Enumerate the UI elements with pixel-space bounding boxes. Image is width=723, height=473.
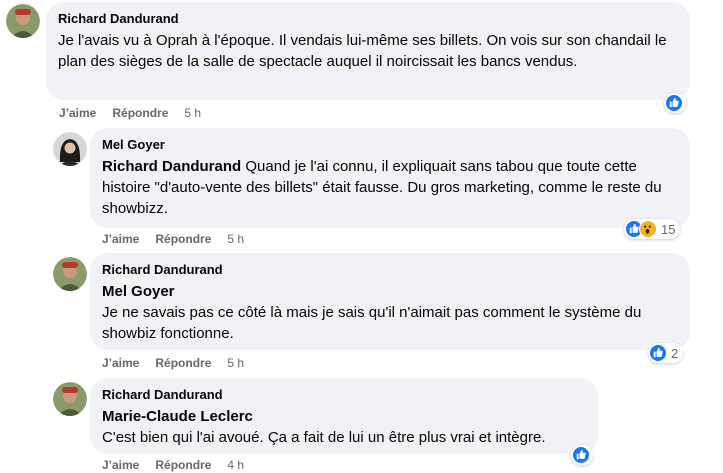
avatar[interactable]	[53, 132, 87, 166]
reaction-summary[interactable]: 15	[624, 219, 681, 239]
comment-actions: J’aime Répondre 5 h	[102, 356, 244, 370]
reaction-summary[interactable]: 2	[648, 343, 684, 363]
comment-actions: J’aime Répondre 4 h	[102, 458, 244, 472]
mention-link[interactable]: Marie-Claude Leclerc	[102, 408, 253, 425]
reply-link[interactable]: Répondre	[155, 356, 211, 370]
comment-author[interactable]: Richard Dandurand	[102, 261, 678, 278]
mention-link[interactable]: Mel Goyer	[102, 283, 175, 300]
reaction-count: 15	[661, 221, 676, 237]
like-link[interactable]: J’aime	[102, 232, 139, 246]
comment-text: Je ne savais pas ce côté là mais je sais…	[102, 304, 642, 342]
comment: Mel Goyer Richard Dandurand Quand je l'a…	[0, 125, 723, 250]
comment-actions: J’aime Répondre 5 h	[59, 106, 201, 120]
comment: Richard Dandurand Je l'avais vu à Oprah …	[0, 0, 723, 125]
comment-bubble: Richard Dandurand Je l'avais vu à Oprah …	[46, 2, 690, 100]
like-reaction-icon	[572, 446, 590, 464]
avatar[interactable]	[53, 257, 87, 291]
comment-time[interactable]: 5 h	[227, 232, 244, 246]
comment-time[interactable]: 5 h	[227, 356, 244, 370]
like-reaction-icon	[649, 344, 667, 362]
reply-link[interactable]: Répondre	[155, 232, 211, 246]
comment-bubble: Mel Goyer Richard Dandurand Quand je l'a…	[90, 128, 690, 228]
like-reaction-icon	[665, 94, 683, 112]
comment-text: Je l'avais vu à Oprah à l'époque. Il ven…	[58, 32, 667, 70]
comment-time[interactable]: 5 h	[184, 106, 201, 120]
comment: Richard Dandurand Marie-Claude Leclerc C…	[0, 375, 723, 473]
comment-text: Richard Dandurand Quand je l'ai connu, i…	[102, 156, 678, 219]
reaction-summary[interactable]	[664, 93, 686, 113]
comment: Richard Dandurand Mel Goyer Je ne savais…	[0, 250, 723, 375]
reaction-summary[interactable]	[571, 445, 593, 465]
comment-author[interactable]: Richard Dandurand	[58, 10, 678, 27]
like-link[interactable]: J’aime	[102, 458, 139, 472]
avatar[interactable]	[6, 4, 40, 38]
mention-line: Mel Goyer	[102, 281, 678, 302]
reply-link[interactable]: Répondre	[155, 458, 211, 472]
reply-link[interactable]: Répondre	[112, 106, 168, 120]
avatar[interactable]	[53, 382, 87, 416]
comment-bubble: Richard Dandurand Marie-Claude Leclerc C…	[90, 378, 598, 454]
comment-bubble: Richard Dandurand Mel Goyer Je ne savais…	[90, 253, 690, 350]
comment-text: C'est bien qui l'ai avoué. Ça a fait de …	[102, 429, 546, 446]
mention-link[interactable]: Richard Dandurand	[102, 158, 241, 175]
mention-line: Marie-Claude Leclerc	[102, 406, 586, 427]
comment-author[interactable]: Richard Dandurand	[102, 386, 586, 403]
comment-author[interactable]: Mel Goyer	[102, 136, 678, 153]
comment-actions: J’aime Répondre 5 h	[102, 232, 244, 246]
like-link[interactable]: J’aime	[59, 106, 96, 120]
reaction-count: 2	[671, 345, 679, 361]
comment-time[interactable]: 4 h	[227, 458, 244, 472]
wow-reaction-icon	[639, 220, 657, 238]
like-link[interactable]: J’aime	[102, 356, 139, 370]
